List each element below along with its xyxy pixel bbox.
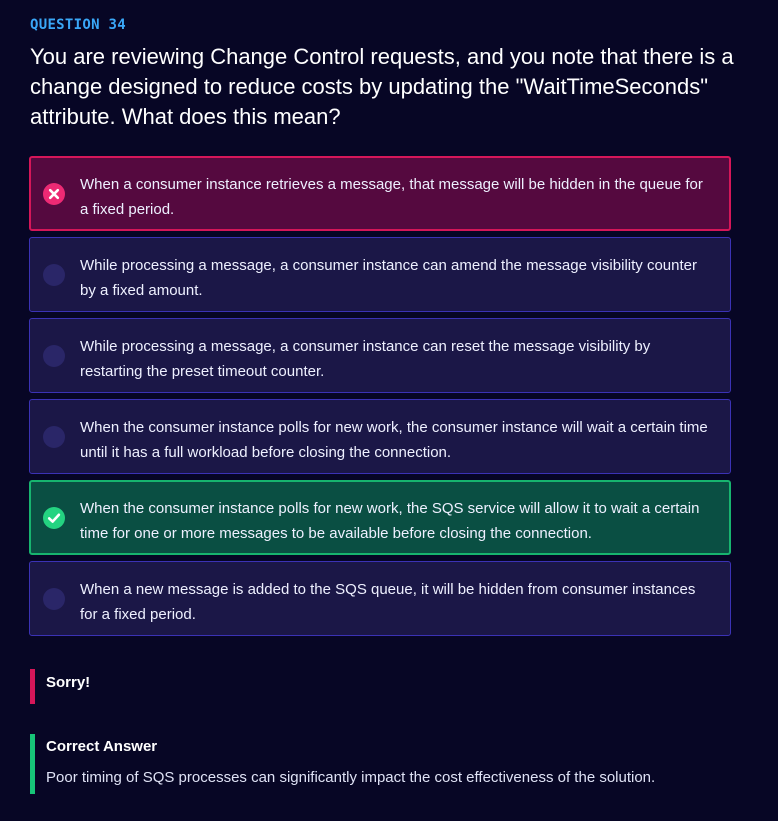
quiz-page: QUESTION 34 You are reviewing Change Con…	[0, 0, 778, 821]
result-feedback: Sorry!	[30, 669, 90, 704]
check-circle-icon	[43, 507, 65, 529]
answer-option-2[interactable]: While processing a message, a consumer i…	[29, 237, 731, 312]
radio-icon	[43, 588, 65, 610]
correct-answer-panel: Correct Answer Poor timing of SQS proces…	[30, 734, 730, 794]
correct-answer-explanation: Poor timing of SQS processes can signifi…	[46, 769, 656, 786]
answer-option-label: When a new message is added to the SQS q…	[80, 581, 696, 623]
answer-option-4[interactable]: When the consumer instance polls for new…	[29, 399, 731, 474]
question-number: QUESTION 34	[30, 17, 127, 33]
answer-option-label: When the consumer instance polls for new…	[80, 500, 700, 542]
radio-icon	[43, 264, 65, 286]
radio-icon	[43, 426, 65, 448]
answer-option-6[interactable]: When a new message is added to the SQS q…	[29, 561, 731, 636]
answer-option-5[interactable]: When the consumer instance polls for new…	[29, 480, 731, 555]
radio-icon	[43, 345, 65, 367]
result-label: Sorry!	[46, 674, 91, 691]
correct-answer-title: Correct Answer	[46, 738, 158, 755]
answer-option-label: While processing a message, a consumer i…	[80, 257, 697, 299]
answer-option-label: When a consumer instance retrieves a mes…	[80, 176, 703, 218]
x-circle-icon	[43, 183, 65, 205]
answer-options: When a consumer instance retrieves a mes…	[29, 156, 731, 642]
answer-option-label: When the consumer instance polls for new…	[80, 419, 708, 461]
question-text: You are reviewing Change Control request…	[30, 44, 734, 129]
answer-option-1[interactable]: When a consumer instance retrieves a mes…	[29, 156, 731, 231]
answer-option-label: While processing a message, a consumer i…	[80, 338, 651, 380]
answer-option-3[interactable]: While processing a message, a consumer i…	[29, 318, 731, 393]
